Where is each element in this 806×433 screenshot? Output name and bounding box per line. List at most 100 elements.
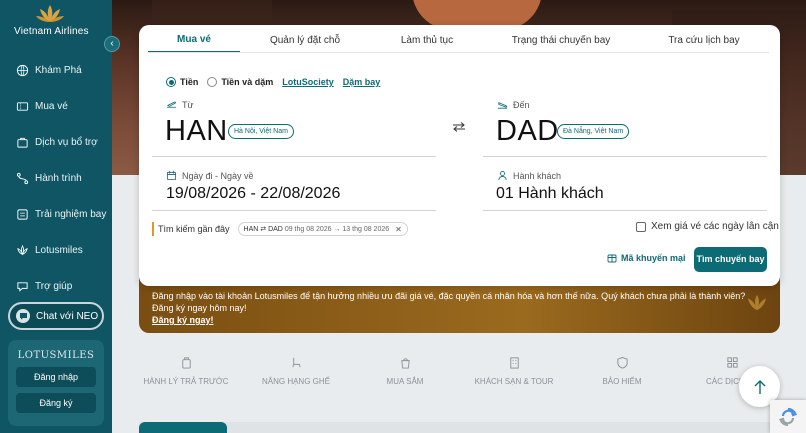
- bottom-section: [139, 422, 806, 433]
- tab-tra-cuu-lich-bay[interactable]: Tra cứu lịch bay: [638, 27, 770, 53]
- passengers-underline: [483, 210, 767, 211]
- shopping-icon: [400, 358, 410, 369]
- chat-neo-button[interactable]: Chat với NEO: [8, 302, 104, 330]
- checkbox[interactable]: [636, 221, 646, 232]
- route-icon: [16, 172, 29, 184]
- service-label: KHÁCH SẠN & TOUR: [474, 377, 554, 386]
- tab-quan-ly-dat-cho[interactable]: Quản lý đặt chỗ: [240, 27, 370, 53]
- sidebar-item-label: Trợ giúp: [35, 280, 73, 292]
- register-button[interactable]: Đăng ký: [16, 393, 96, 413]
- promo-code-button[interactable]: Mã khuyến mại: [607, 253, 686, 263]
- insurance-icon: [616, 356, 628, 369]
- services-row: HÀNH LÝ TRẢ TRƯỚC NÂNG HẠNG GHẾ MUA SẮM …: [112, 350, 806, 400]
- dates-value[interactable]: 19/08/2026 - 22/08/2026: [166, 185, 340, 203]
- hotel-icon: [509, 357, 519, 369]
- help-icon: [17, 281, 28, 292]
- lotusmiles-panel: LOTUSMILES Đăng nhập Đăng ký: [8, 340, 104, 426]
- arrow-up-icon: [754, 379, 765, 394]
- passengers-label-text: Hành khách: [513, 170, 562, 181]
- sidebar-item-mua-ve[interactable]: Mua vé: [0, 88, 112, 124]
- service-label: MUA SẮM: [386, 377, 424, 386]
- sidebar-item-label: Lotusmiles: [35, 244, 83, 256]
- origin-underline: [152, 156, 436, 157]
- vietnam-airlines-logo[interactable]: Vietnam Airlines: [10, 4, 102, 40]
- plane-landing-icon: [497, 102, 508, 109]
- tab-divider: [148, 52, 769, 53]
- option-label: Tiền và dặm: [221, 77, 274, 87]
- passengers-value[interactable]: 01 Hành khách: [496, 185, 604, 203]
- ticket-icon: [16, 101, 29, 111]
- service-baggage[interactable]: HÀNH LÝ TRẢ TRƯỚC: [126, 350, 246, 386]
- service-label: NÂNG HẠNG GHẾ: [261, 377, 330, 386]
- close-icon[interactable]: ✕: [395, 225, 402, 234]
- seat-icon: [291, 357, 301, 368]
- radio-unselected[interactable]: [207, 77, 218, 87]
- recent-accent-bar: [152, 222, 154, 236]
- service-insurance[interactable]: BẢO HIỂM: [562, 350, 682, 386]
- tab-trang-thai-chuyen-bay[interactable]: Trạng thái chuyến bay: [484, 27, 638, 53]
- service-shopping[interactable]: MUA SẮM: [345, 350, 465, 386]
- lotus-logo-icon: [36, 5, 64, 22]
- chip-dates: 09 thg 08 2026 → 13 thg 08 2026: [284, 225, 390, 233]
- brand-name: Vietnam Airlines: [14, 26, 89, 37]
- destination-city-badge: Đà Nẵng, Việt Nam: [557, 124, 630, 139]
- sidebar-item-kham-pha[interactable]: Khám Phá: [0, 52, 112, 88]
- sidebar-item-tro-giup[interactable]: Trợ giúp: [0, 268, 112, 304]
- sidebar-item-trai-nghiem[interactable]: Trải nghiệm bay: [0, 196, 112, 232]
- search-flights-button[interactable]: Tìm chuyến bay: [694, 247, 767, 272]
- chip-route: HAN ⇄ DAD: [243, 226, 283, 233]
- tab-mua-ve[interactable]: Mua vé: [148, 27, 240, 53]
- sidebar-item-label: Khám Phá: [35, 64, 82, 76]
- sidebar-item-label: Hành trình: [35, 172, 82, 184]
- sidebar-item-hanh-trinh[interactable]: Hành trình: [0, 160, 112, 196]
- dates-underline: [152, 210, 436, 211]
- chat-neo-label: Chat với NEO: [36, 310, 99, 322]
- recent-search-chip[interactable]: HAN ⇄ DAD 09 thg 08 2026 → 13 thg 08 202…: [237, 222, 408, 236]
- payment-options: Tiền Tiền và dặm LotuSociety Dặm bay: [166, 77, 389, 87]
- lotus-society-link[interactable]: LotuSociety: [282, 77, 334, 87]
- flexible-dates-checkbox[interactable]: Xem giá vé các ngày lân cận: [636, 221, 779, 232]
- globe-icon: [16, 64, 29, 76]
- swap-route-icon[interactable]: [451, 121, 467, 133]
- sidebar-item-lotusmiles[interactable]: Lotusmiles: [0, 232, 112, 268]
- miles-link[interactable]: Dặm bay: [343, 77, 381, 87]
- recent-label: Tìm kiếm gần đây: [158, 224, 230, 234]
- destination-underline: [483, 156, 767, 157]
- option-cash[interactable]: Tiền: [166, 77, 198, 87]
- experience-icon: [17, 208, 28, 220]
- option-label: Tiền: [180, 77, 199, 87]
- baggage-icon: [181, 357, 191, 369]
- grid-icon: [726, 357, 738, 368]
- login-button[interactable]: Đăng nhập: [16, 367, 96, 387]
- service-seat-upgrade[interactable]: NÂNG HẠNG GHẾ: [236, 350, 356, 386]
- tab-lam-thu-tuc[interactable]: Làm thủ tục: [370, 27, 484, 53]
- service-label: HÀNH LÝ TRẢ TRƯỚC: [143, 377, 229, 386]
- plane-takeoff-icon: [166, 101, 177, 108]
- register-now-link[interactable]: Đăng ký ngay!: [152, 315, 214, 325]
- origin-code[interactable]: HAN: [165, 115, 228, 148]
- option-cash-miles[interactable]: Tiền và dặm: [207, 77, 273, 87]
- from-label: Từ: [166, 99, 194, 110]
- origin-city-badge: Hà Nội, Việt Nam: [228, 124, 294, 139]
- dates-label-text: Ngày đi - Ngày về: [182, 170, 254, 181]
- service-hotel-tour[interactable]: KHÁCH SẠN & TOUR: [454, 350, 574, 386]
- sidebar-item-label: Mua vé: [35, 100, 68, 112]
- from-label-text: Từ: [182, 99, 194, 110]
- calendar-icon: [166, 170, 177, 181]
- sidebar-item-label: Dịch vụ bổ trợ: [35, 136, 98, 148]
- sidebar: Vietnam Airlines ‹ Khám Phá Mua vé Dịch …: [0, 0, 120, 433]
- collapse-sidebar-button[interactable]: ‹: [104, 36, 120, 52]
- recent-searches: Tìm kiếm gần đây HAN ⇄ DAD 09 thg 08 202…: [152, 222, 408, 236]
- booking-card: Mua vé Quản lý đặt chỗ Làm thủ tục Trạng…: [139, 25, 780, 286]
- promo-code-label: Mã khuyến mại: [621, 253, 686, 263]
- chat-bubble-icon: [16, 309, 30, 323]
- section-tab[interactable]: [139, 422, 227, 433]
- lotus-icon: [17, 244, 28, 255]
- sidebar-item-dich-vu[interactable]: Dịch vụ bổ trợ: [0, 124, 112, 160]
- destination-code[interactable]: DAD: [496, 115, 559, 148]
- promo-tag-icon: [607, 254, 617, 263]
- recaptcha-icon: [779, 407, 797, 426]
- booking-tabs: Mua vé Quản lý đặt chỗ Làm thủ tục Trạng…: [148, 27, 778, 53]
- radio-selected[interactable]: [166, 77, 176, 87]
- recaptcha-badge[interactable]: [770, 400, 806, 433]
